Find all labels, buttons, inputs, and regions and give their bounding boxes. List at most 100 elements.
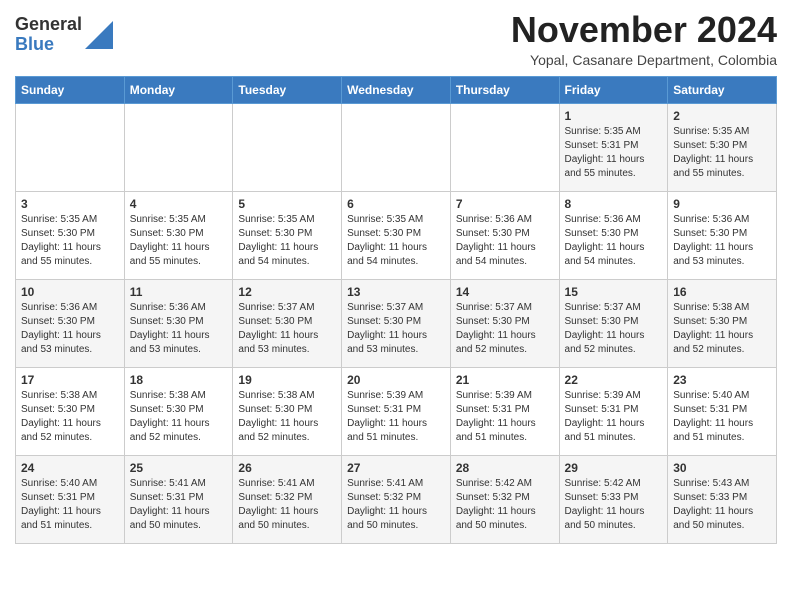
logo-general-text: General (15, 15, 82, 35)
calendar-cell: 23Sunrise: 5:40 AM Sunset: 5:31 PM Dayli… (668, 367, 777, 455)
day-number: 30 (673, 461, 771, 475)
calendar-week-row: 3 Sunrise: 5:35 AM Sunset: 5:30 PM Daylig… (16, 191, 777, 279)
calendar-cell: 12 Sunrise: 5:37 AM Sunset: 5:30 PM Dayli… (233, 279, 342, 367)
calendar-cell: 27 Sunrise: 5:41 AM Sunset: 5:32 PM Dayli… (342, 455, 451, 543)
day-number: 21 (456, 373, 554, 387)
day-number: 29 (565, 461, 663, 475)
calendar-header: Sunday Monday Tuesday Wednesday Thursday… (16, 76, 777, 103)
location-subtitle: Yopal, Casanare Department, Colombia (511, 52, 777, 68)
calendar-cell: 14Sunrise: 5:37 AM Sunset: 5:30 PM Dayli… (450, 279, 559, 367)
calendar-cell: 22 Sunrise: 5:39 AM Sunset: 5:31 PM Dayli… (559, 367, 668, 455)
calendar-cell (16, 103, 125, 191)
calendar-cell (124, 103, 233, 191)
day-number: 11 (130, 285, 228, 299)
day-info: Sunrise: 5:36 AM Sunset: 5:30 PM Dayligh… (130, 301, 228, 357)
day-info: Sunrise: 5:37 AM Sunset: 5:30 PM Dayligh… (238, 301, 336, 357)
calendar-cell: 11 Sunrise: 5:36 AM Sunset: 5:30 PM Dayli… (124, 279, 233, 367)
day-info: Sunrise: 5:36 AM Sunset: 5:30 PM Dayligh… (565, 213, 663, 269)
calendar-cell: 24Sunrise: 5:40 AM Sunset: 5:31 PM Dayli… (16, 455, 125, 543)
col-friday: Friday (559, 76, 668, 103)
calendar-week-row: 17 Sunrise: 5:38 AM Sunset: 5:30 PM Dayli… (16, 367, 777, 455)
day-info: Sunrise: 5:38 AM Sunset: 5:30 PM Dayligh… (238, 389, 336, 445)
day-info: Sunrise: 5:36 AM Sunset: 5:30 PM Dayligh… (456, 213, 554, 269)
day-number: 28 (456, 461, 554, 475)
col-wednesday: Wednesday (342, 76, 451, 103)
day-info: Sunrise: 5:41 AM Sunset: 5:32 PM Dayligh… (238, 477, 336, 533)
calendar-week-row: 1 Sunrise: 5:35 AM Sunset: 5:31 PM Daylig… (16, 103, 777, 191)
day-number: 9 (673, 197, 771, 211)
calendar-cell: 7 Sunrise: 5:36 AM Sunset: 5:30 PM Daylig… (450, 191, 559, 279)
calendar-cell: 28 Sunrise: 5:42 AM Sunset: 5:32 PM Dayli… (450, 455, 559, 543)
calendar-cell: 2Sunrise: 5:35 AM Sunset: 5:30 PM Daylig… (668, 103, 777, 191)
day-number: 14 (456, 285, 554, 299)
day-info: Sunrise: 5:35 AM Sunset: 5:30 PM Dayligh… (238, 213, 336, 269)
calendar-cell: 26 Sunrise: 5:41 AM Sunset: 5:32 PM Dayli… (233, 455, 342, 543)
day-number: 3 (21, 197, 119, 211)
day-info: Sunrise: 5:42 AM Sunset: 5:32 PM Dayligh… (456, 477, 554, 533)
month-title: November 2024 (511, 10, 777, 50)
day-number: 1 (565, 109, 663, 123)
day-number: 18 (130, 373, 228, 387)
calendar-cell: 16Sunrise: 5:38 AM Sunset: 5:30 PM Dayli… (668, 279, 777, 367)
col-sunday: Sunday (16, 76, 125, 103)
calendar-cell: 10 Sunrise: 5:36 AM Sunset: 5:30 PM Dayli… (16, 279, 125, 367)
day-number: 7 (456, 197, 554, 211)
col-saturday: Saturday (668, 76, 777, 103)
day-info: Sunrise: 5:36 AM Sunset: 5:30 PM Dayligh… (673, 213, 771, 269)
day-number: 5 (238, 197, 336, 211)
day-info: Sunrise: 5:39 AM Sunset: 5:31 PM Dayligh… (565, 389, 663, 445)
calendar-cell: 6 Sunrise: 5:35 AM Sunset: 5:30 PM Daylig… (342, 191, 451, 279)
calendar-cell: 25 Sunrise: 5:41 AM Sunset: 5:31 PM Dayli… (124, 455, 233, 543)
title-area: November 2024 Yopal, Casanare Department… (511, 10, 777, 68)
day-number: 19 (238, 373, 336, 387)
day-info: Sunrise: 5:39 AM Sunset: 5:31 PM Dayligh… (456, 389, 554, 445)
day-number: 12 (238, 285, 336, 299)
day-info: Sunrise: 5:38 AM Sunset: 5:30 PM Dayligh… (673, 301, 771, 357)
calendar-cell: 17 Sunrise: 5:38 AM Sunset: 5:30 PM Dayli… (16, 367, 125, 455)
calendar-body: 1 Sunrise: 5:35 AM Sunset: 5:31 PM Daylig… (16, 103, 777, 543)
calendar-cell: 1 Sunrise: 5:35 AM Sunset: 5:31 PM Daylig… (559, 103, 668, 191)
day-number: 13 (347, 285, 445, 299)
calendar-cell: 13 Sunrise: 5:37 AM Sunset: 5:30 PM Dayli… (342, 279, 451, 367)
day-number: 2 (673, 109, 771, 123)
day-number: 22 (565, 373, 663, 387)
calendar-cell: 29 Sunrise: 5:42 AM Sunset: 5:33 PM Dayli… (559, 455, 668, 543)
calendar-cell: 18 Sunrise: 5:38 AM Sunset: 5:30 PM Dayli… (124, 367, 233, 455)
day-number: 10 (21, 285, 119, 299)
day-info: Sunrise: 5:35 AM Sunset: 5:31 PM Dayligh… (565, 125, 663, 181)
day-number: 27 (347, 461, 445, 475)
day-info: Sunrise: 5:40 AM Sunset: 5:31 PM Dayligh… (673, 389, 771, 445)
day-info: Sunrise: 5:43 AM Sunset: 5:33 PM Dayligh… (673, 477, 771, 533)
day-info: Sunrise: 5:36 AM Sunset: 5:30 PM Dayligh… (21, 301, 119, 357)
day-number: 25 (130, 461, 228, 475)
day-number: 8 (565, 197, 663, 211)
calendar-cell: 20Sunrise: 5:39 AM Sunset: 5:31 PM Dayli… (342, 367, 451, 455)
day-number: 4 (130, 197, 228, 211)
day-number: 17 (21, 373, 119, 387)
day-info: Sunrise: 5:42 AM Sunset: 5:33 PM Dayligh… (565, 477, 663, 533)
col-thursday: Thursday (450, 76, 559, 103)
calendar-cell (342, 103, 451, 191)
day-info: Sunrise: 5:35 AM Sunset: 5:30 PM Dayligh… (130, 213, 228, 269)
calendar-cell: 15Sunrise: 5:37 AM Sunset: 5:30 PM Dayli… (559, 279, 668, 367)
logo-blue-text: Blue (15, 35, 82, 55)
day-info: Sunrise: 5:35 AM Sunset: 5:30 PM Dayligh… (347, 213, 445, 269)
logo: General Blue (15, 15, 113, 55)
calendar-cell: 3Sunrise: 5:35 AM Sunset: 5:30 PM Daylig… (16, 191, 125, 279)
day-number: 26 (238, 461, 336, 475)
day-info: Sunrise: 5:38 AM Sunset: 5:30 PM Dayligh… (130, 389, 228, 445)
header-row: Sunday Monday Tuesday Wednesday Thursday… (16, 76, 777, 103)
day-info: Sunrise: 5:41 AM Sunset: 5:31 PM Dayligh… (130, 477, 228, 533)
calendar-cell: 4 Sunrise: 5:35 AM Sunset: 5:30 PM Daylig… (124, 191, 233, 279)
calendar-cell (450, 103, 559, 191)
calendar-cell: 8 Sunrise: 5:36 AM Sunset: 5:30 PM Daylig… (559, 191, 668, 279)
day-number: 24 (21, 461, 119, 475)
day-info: Sunrise: 5:37 AM Sunset: 5:30 PM Dayligh… (347, 301, 445, 357)
day-number: 6 (347, 197, 445, 211)
page-header: General Blue November 2024 Yopal, Casana… (15, 10, 777, 68)
calendar-cell: 9 Sunrise: 5:36 AM Sunset: 5:30 PM Daylig… (668, 191, 777, 279)
day-info: Sunrise: 5:41 AM Sunset: 5:32 PM Dayligh… (347, 477, 445, 533)
calendar-cell: 5 Sunrise: 5:35 AM Sunset: 5:30 PM Daylig… (233, 191, 342, 279)
day-info: Sunrise: 5:37 AM Sunset: 5:30 PM Dayligh… (565, 301, 663, 357)
day-info: Sunrise: 5:38 AM Sunset: 5:30 PM Dayligh… (21, 389, 119, 445)
